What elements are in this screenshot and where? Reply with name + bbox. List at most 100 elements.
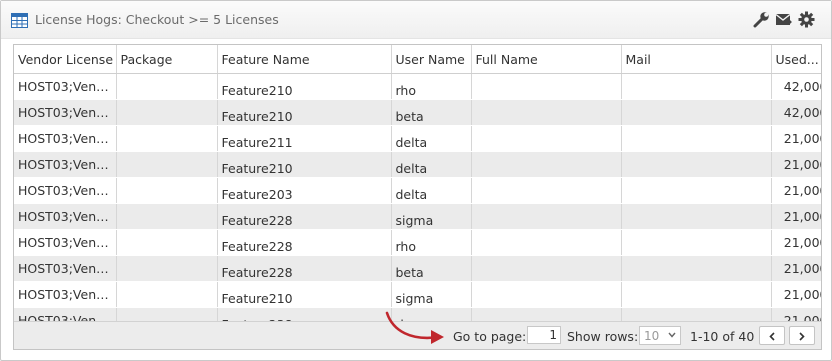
cell-package bbox=[116, 281, 218, 308]
cell-feature-name: Feature228 bbox=[217, 229, 392, 256]
wrench-icon[interactable] bbox=[753, 11, 770, 28]
cell-feature-name: Feature210 bbox=[217, 151, 392, 178]
table-row[interactable]: HOST03;Vend... Feature211delta 21,000 bbox=[14, 125, 821, 152]
cell-mail bbox=[621, 99, 772, 126]
column-header-full-name[interactable]: Full Name bbox=[471, 45, 622, 74]
cell-full-name bbox=[471, 99, 622, 126]
cell-package bbox=[116, 203, 218, 230]
cell-used: 21,000 bbox=[771, 151, 821, 178]
widget-header: License Hogs: Checkout >= 5 Licenses bbox=[1, 1, 831, 39]
cell-used: 21,000 bbox=[771, 281, 821, 308]
cell-vendor-license: HOST03;Vend... bbox=[14, 73, 117, 100]
cell-vendor-license: HOST03;Vend... bbox=[14, 255, 117, 282]
go-to-page-label: Go to page: bbox=[453, 329, 527, 344]
cell-mail bbox=[621, 151, 772, 178]
cell-package bbox=[116, 73, 218, 100]
cell-package bbox=[116, 177, 218, 204]
table-icon bbox=[11, 13, 28, 28]
table-row[interactable]: HOST03;Vend... Feature210sigma 21,000 bbox=[14, 281, 821, 308]
cell-feature-name: Feature210 bbox=[217, 281, 392, 308]
table-row[interactable]: HOST03;Vend... Feature210beta 42,000 bbox=[14, 99, 821, 126]
column-header-used[interactable]: Used... bbox=[771, 45, 821, 74]
cell-vendor-license: HOST03;Vend... bbox=[14, 229, 117, 256]
column-header-mail[interactable]: Mail bbox=[621, 45, 772, 74]
cell-user-name: sigma bbox=[391, 281, 472, 308]
cell-vendor-license: HOST03;Vend... bbox=[14, 125, 117, 152]
chevron-down-icon bbox=[668, 332, 676, 338]
cell-vendor-license: HOST03;Vend... bbox=[14, 151, 117, 178]
cell-used: 21,000 bbox=[771, 255, 821, 282]
cell-full-name bbox=[471, 281, 622, 308]
cell-user-name: beta bbox=[391, 255, 472, 282]
column-header-package[interactable]: Package bbox=[116, 45, 218, 74]
table-row[interactable]: HOST03;Vend... Feature203delta 21,000 bbox=[14, 177, 821, 204]
column-header-user-name[interactable]: User Name bbox=[391, 45, 472, 74]
page-number-input[interactable] bbox=[527, 326, 561, 344]
cell-full-name bbox=[471, 203, 622, 230]
rows-per-page-select[interactable]: 10 bbox=[639, 326, 681, 345]
cell-full-name bbox=[471, 255, 622, 282]
cell-feature-name: Feature210 bbox=[217, 99, 392, 126]
cell-feature-name: Feature210 bbox=[217, 73, 392, 100]
cell-user-name: beta bbox=[391, 99, 472, 126]
cell-user-name: delta bbox=[391, 151, 472, 178]
cell-user-name: rho bbox=[391, 73, 472, 100]
cell-package bbox=[116, 229, 218, 256]
cell-used: 21,000 bbox=[771, 177, 821, 204]
license-table-grid: Vendor License Package Feature Name User… bbox=[13, 44, 822, 350]
cell-package bbox=[116, 151, 218, 178]
license-hogs-widget: License Hogs: Checkout >= 5 Licenses Ven… bbox=[0, 0, 832, 361]
gear-icon[interactable] bbox=[798, 11, 815, 28]
cell-mail bbox=[621, 229, 772, 256]
cell-mail bbox=[621, 203, 772, 230]
cell-used: 42,000 bbox=[771, 99, 821, 126]
show-rows-label: Show rows: bbox=[567, 329, 639, 344]
widget-title: License Hogs: Checkout >= 5 Licenses bbox=[35, 12, 279, 27]
cell-mail bbox=[621, 73, 772, 100]
table-header-row: Vendor License Package Feature Name User… bbox=[14, 45, 821, 74]
cell-full-name bbox=[471, 151, 622, 178]
cell-vendor-license: HOST03;Vend... bbox=[14, 99, 117, 126]
table-row[interactable]: HOST03;Vend... Feature210rho 42,000 bbox=[14, 73, 821, 100]
cell-feature-name: Feature211 bbox=[217, 125, 392, 152]
column-header-vendor-license[interactable]: Vendor License bbox=[14, 45, 117, 74]
cell-mail bbox=[621, 255, 772, 282]
cell-full-name bbox=[471, 229, 622, 256]
cell-mail bbox=[621, 125, 772, 152]
cell-package bbox=[116, 99, 218, 126]
cell-full-name bbox=[471, 125, 622, 152]
table-body: HOST03;Vend...Feature210rho42,000HOST03;… bbox=[14, 73, 821, 334]
cell-mail bbox=[621, 177, 772, 204]
cell-full-name bbox=[471, 177, 622, 204]
previous-page-button[interactable] bbox=[759, 326, 785, 345]
cell-vendor-license: HOST03;Vend... bbox=[14, 203, 117, 230]
table-row[interactable]: HOST03;Vend... Feature228sigma 21,000 bbox=[14, 203, 821, 230]
chevron-left-icon bbox=[769, 332, 775, 341]
cell-used: 21,000 bbox=[771, 203, 821, 230]
cell-feature-name: Feature228 bbox=[217, 203, 392, 230]
cell-vendor-license: HOST03;Vend... bbox=[14, 281, 117, 308]
next-page-button[interactable] bbox=[789, 326, 815, 345]
cell-package bbox=[116, 255, 218, 282]
cell-package bbox=[116, 125, 218, 152]
rows-per-page-value: 10 bbox=[644, 329, 660, 343]
cell-full-name bbox=[471, 73, 622, 100]
cell-feature-name: Feature203 bbox=[217, 177, 392, 204]
license-table: Vendor License Package Feature Name User… bbox=[14, 45, 821, 334]
chevron-right-icon bbox=[799, 332, 805, 341]
cell-used: 42,000 bbox=[771, 73, 821, 100]
page-range-text: 1-10 of 40 bbox=[690, 329, 755, 344]
cell-vendor-license: HOST03;Vend... bbox=[14, 177, 117, 204]
table-row[interactable]: HOST03;Vend... Feature228rho 21,000 bbox=[14, 229, 821, 256]
cell-used: 21,000 bbox=[771, 229, 821, 256]
cell-user-name: rho bbox=[391, 229, 472, 256]
pager: Go to page: Show rows: 10 1-10 of 40 bbox=[14, 321, 821, 349]
cell-mail bbox=[621, 281, 772, 308]
table-row[interactable]: HOST03;Vend... Feature210delta 21,000 bbox=[14, 151, 821, 178]
mail-icon[interactable] bbox=[775, 11, 792, 28]
table-row[interactable]: HOST03;Vend... Feature228beta 21,000 bbox=[14, 255, 821, 282]
cell-user-name: delta bbox=[391, 177, 472, 204]
column-header-feature-name[interactable]: Feature Name bbox=[217, 45, 392, 74]
cell-used: 21,000 bbox=[771, 125, 821, 152]
cell-user-name: delta bbox=[391, 125, 472, 152]
